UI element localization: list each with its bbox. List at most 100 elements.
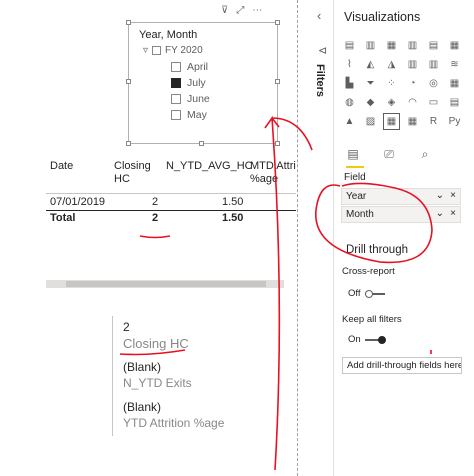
checkbox-checked[interactable] bbox=[171, 78, 181, 88]
map-visual-icon[interactable]: ◍ bbox=[342, 95, 357, 110]
slicer-item-june[interactable]: June bbox=[171, 93, 210, 105]
card-label: YTD Attrition %age bbox=[123, 416, 225, 430]
filters-label[interactable]: Filters bbox=[314, 64, 326, 97]
col-header-mtd-attrition[interactable]: MTD Attri %age bbox=[250, 160, 296, 186]
total-divider bbox=[46, 210, 296, 211]
fields-tab-icon[interactable]: ▤ bbox=[344, 145, 362, 163]
toggle-state: Off bbox=[348, 288, 361, 299]
100-column-visual-icon[interactable]: ▦ bbox=[447, 38, 462, 53]
resize-handle-tr[interactable] bbox=[275, 20, 280, 25]
well-label: Year bbox=[346, 191, 367, 202]
shape-map-visual-icon[interactable]: ◈ bbox=[384, 95, 399, 110]
group-checkbox[interactable] bbox=[152, 46, 162, 55]
clustered-column-visual-icon[interactable]: ▥ bbox=[405, 38, 420, 53]
slicer-group[interactable]: ▿ FY 2020 bbox=[143, 45, 203, 56]
header-divider bbox=[46, 193, 296, 194]
filter-icon[interactable]: ⊽ bbox=[221, 5, 228, 16]
donut-visual-icon[interactable]: ◎ bbox=[426, 76, 441, 91]
well-label: Month bbox=[346, 209, 374, 220]
checkbox[interactable] bbox=[171, 62, 181, 72]
python-visual-visual-icon[interactable]: Py bbox=[447, 114, 462, 129]
slicer-item-july[interactable]: July bbox=[171, 77, 206, 89]
field-well-year[interactable]: Year ⌄ × bbox=[341, 188, 461, 205]
toggle-switch[interactable] bbox=[364, 289, 385, 298]
slicer-item-label: June bbox=[187, 93, 210, 105]
pane-tabs: ▤ ⎚ ⌕ bbox=[344, 145, 434, 163]
r-visual-visual-icon[interactable]: R bbox=[426, 114, 441, 129]
collapse-chevron-icon[interactable]: ‹ bbox=[317, 8, 321, 23]
slicer-visual-icon[interactable]: ▨ bbox=[363, 114, 378, 129]
slicer-item-may[interactable]: May bbox=[171, 109, 207, 121]
more-options-icon[interactable]: ⋯ bbox=[252, 5, 262, 16]
chevron-down-icon[interactable]: ⌄ bbox=[436, 208, 444, 219]
drill-through-heading: Drill through bbox=[346, 244, 408, 256]
pie-visual-icon[interactable]: ◔ bbox=[405, 76, 420, 91]
gauge-visual-icon[interactable]: ◠ bbox=[405, 95, 420, 110]
analytics-magnifier-icon[interactable]: ⌕ bbox=[416, 145, 434, 163]
line-column-visual-icon[interactable]: ▥ bbox=[405, 57, 420, 72]
horizontal-scrollbar[interactable] bbox=[46, 280, 284, 288]
toggle-state: On bbox=[348, 334, 361, 345]
table-visual-icon[interactable]: ▦ bbox=[383, 113, 400, 130]
format-paint-roller-icon[interactable]: ⎚ bbox=[380, 145, 398, 163]
line-clustered-visual-icon[interactable]: ▥ bbox=[426, 57, 441, 72]
stacked-column-visual-icon[interactable]: ▥ bbox=[363, 38, 378, 53]
add-drill-through-field[interactable]: Add drill-through fields here bbox=[342, 357, 462, 374]
card-value: (Blank) bbox=[123, 400, 162, 414]
resize-handle-tl[interactable] bbox=[126, 20, 131, 25]
cell-date: 07/01/2019 bbox=[50, 196, 106, 208]
col-header-closing-hc[interactable]: Closing HC bbox=[114, 160, 154, 186]
waterfall-visual-icon[interactable]: ▙ bbox=[342, 76, 357, 91]
expand-icon[interactable]: ▿ bbox=[143, 45, 148, 56]
keep-filters-label: Keep all filters bbox=[342, 314, 402, 325]
cross-report-toggle[interactable]: Off bbox=[348, 288, 385, 299]
multi-row-card-visual-icon[interactable]: ▤ bbox=[447, 95, 462, 110]
card-visual-icon[interactable]: ▭ bbox=[426, 95, 441, 110]
field-well-label: Field bbox=[344, 172, 366, 183]
checkbox[interactable] bbox=[171, 110, 181, 120]
active-tab-indicator bbox=[346, 166, 364, 168]
visualizations-pane: Visualizations ▤ ▥ ▦ ▥ ▤ ▦ ⌇ ◭ ◮ ▥ ▥ ≋ ▙ ⏷ ⁘ ◔ ◎ ▦ ◍ ◆ ◈ ◠ ▭ ▤ ▲… bbox=[334, 0, 474, 476]
ribbon-visual-icon[interactable]: ≋ bbox=[447, 57, 462, 72]
total-closing-hc: 2 bbox=[152, 212, 159, 224]
multi-row-card[interactable]: 2 Closing HC (Blank) N_YTD Exits (Blank)… bbox=[112, 316, 292, 436]
focus-mode-icon[interactable]: ⤢ bbox=[236, 5, 244, 16]
year-month-slicer[interactable]: ⊽ ⤢ ⋯ Year, Month ▿ FY 2020 April July J… bbox=[126, 5, 280, 146]
stacked-bar-visual-icon[interactable]: ▤ bbox=[342, 38, 357, 53]
slicer-title: Year, Month bbox=[139, 29, 198, 41]
toggle-switch[interactable] bbox=[364, 335, 386, 344]
filters-pane-collapsed[interactable]: ‹ ⊲ Filters bbox=[310, 0, 334, 476]
funnel-visual-icon[interactable]: ⏷ bbox=[363, 76, 378, 91]
resize-handle-bl[interactable] bbox=[126, 141, 131, 146]
scatter-visual-icon[interactable]: ⁘ bbox=[384, 76, 399, 91]
col-header-date[interactable]: Date bbox=[50, 160, 73, 173]
cell-closing-hc: 2 bbox=[152, 196, 159, 208]
field-well-month[interactable]: Month ⌄ × bbox=[341, 206, 461, 223]
filled-map-visual-icon[interactable]: ◆ bbox=[363, 95, 378, 110]
scrollbar-thumb[interactable] bbox=[66, 281, 266, 287]
keep-filters-toggle[interactable]: On bbox=[348, 334, 386, 345]
total-label: Total bbox=[50, 212, 76, 224]
col-header-ytd-avg-hc[interactable]: N_YTD_AVG_HC bbox=[166, 160, 253, 173]
100-bar-visual-icon[interactable]: ▤ bbox=[426, 38, 441, 53]
treemap-visual-icon[interactable]: ▦ bbox=[447, 76, 462, 91]
slicer-item-label: July bbox=[187, 77, 206, 89]
close-icon[interactable]: × bbox=[450, 208, 456, 219]
clustered-bar-visual-icon[interactable]: ▦ bbox=[384, 38, 399, 53]
stacked-area-visual-icon[interactable]: ◮ bbox=[384, 57, 399, 72]
slicer-item-april[interactable]: April bbox=[171, 61, 208, 73]
area-visual-icon[interactable]: ◭ bbox=[363, 57, 378, 72]
matrix-visual-icon[interactable]: ▦ bbox=[405, 114, 420, 129]
line-visual-icon[interactable]: ⌇ bbox=[342, 57, 357, 72]
slicer-item-label: May bbox=[187, 109, 207, 121]
card-value: 2 bbox=[123, 320, 130, 334]
resize-handle-bm[interactable] bbox=[199, 141, 204, 146]
kpi-visual-icon[interactable]: ▲ bbox=[342, 114, 357, 129]
table-total-row: Total 2 1.50 bbox=[46, 212, 296, 228]
chevron-down-icon[interactable]: ⌄ bbox=[436, 190, 444, 201]
resize-handle-ml[interactable] bbox=[126, 79, 131, 84]
close-icon[interactable]: × bbox=[450, 190, 456, 201]
resize-handle-br[interactable] bbox=[275, 141, 280, 146]
resize-handle-mr[interactable] bbox=[275, 79, 280, 84]
checkbox[interactable] bbox=[171, 94, 181, 104]
